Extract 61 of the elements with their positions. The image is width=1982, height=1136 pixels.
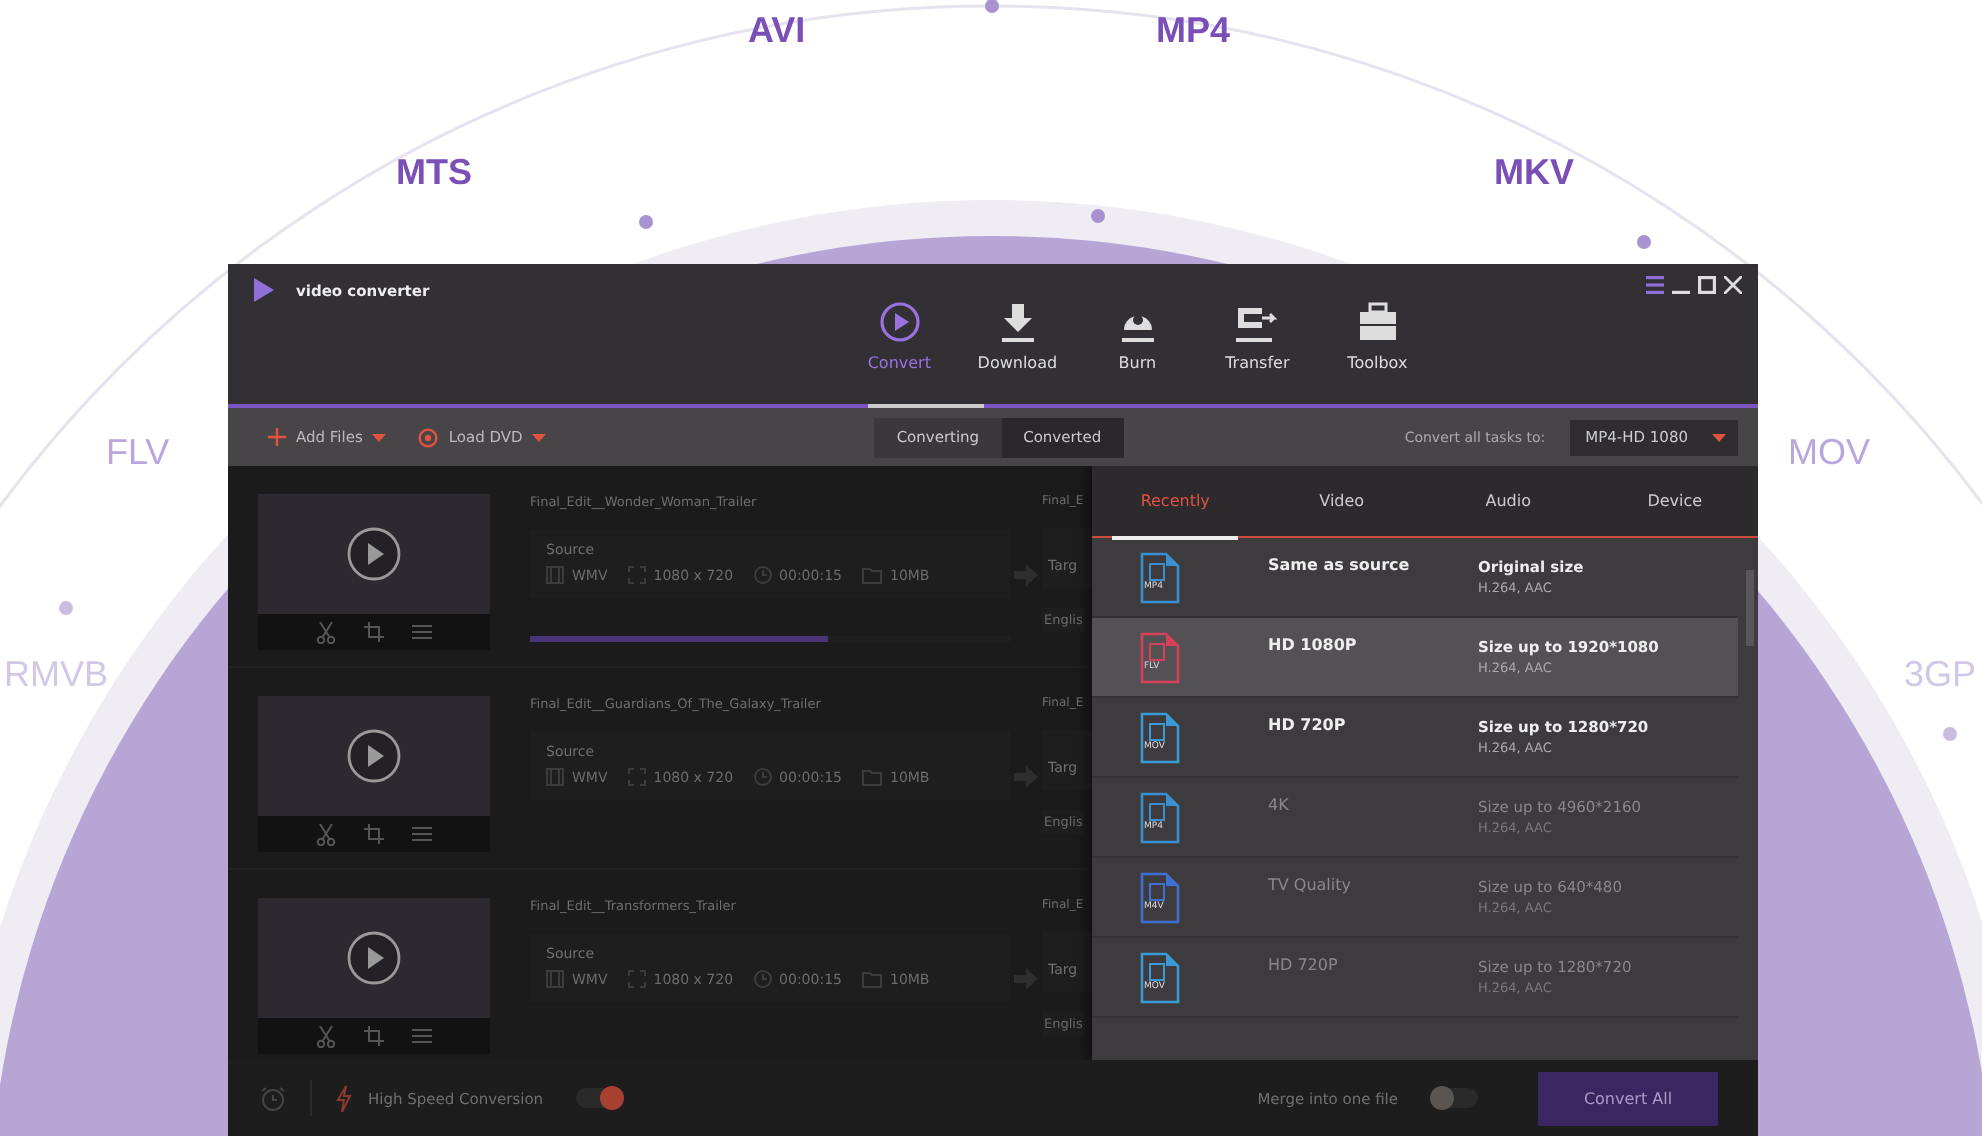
logo-icon (252, 278, 276, 302)
high-speed-toggle[interactable] (575, 1088, 624, 1108)
preset-name: TV Quality (1268, 874, 1353, 894)
film-icon (546, 768, 564, 786)
disc-icon (418, 427, 439, 447)
sliders-icon[interactable] (412, 622, 432, 642)
scissors-icon[interactable] (316, 621, 336, 643)
nav-tab[interactable]: Transfer (1197, 264, 1318, 404)
clock-icon (753, 768, 772, 786)
format-tab[interactable]: Video (1258, 466, 1425, 536)
play-icon[interactable] (346, 526, 402, 582)
caret-icon (372, 433, 387, 441)
sliders-icon[interactable] (412, 1026, 432, 1046)
play-circle-icon (877, 300, 922, 344)
format-label: FLV (106, 434, 170, 470)
alarm-clock-icon[interactable] (260, 1085, 286, 1111)
play-icon[interactable] (346, 930, 402, 986)
toolbox-icon (1355, 300, 1400, 344)
download-icon (999, 300, 1036, 344)
lightning-icon (336, 1085, 352, 1111)
film-icon (546, 970, 564, 988)
caret-icon (532, 433, 547, 441)
nav-tab[interactable]: Toolbox (1317, 264, 1438, 404)
format-label: MKV (1494, 154, 1574, 190)
preset-name: HD 720P (1268, 954, 1340, 974)
clock-icon (753, 566, 772, 584)
format-label: MOV (1788, 434, 1871, 470)
format-label: AVI (748, 12, 806, 48)
preset-name: 4K (1268, 794, 1291, 814)
format-label: MP4 (1156, 12, 1231, 48)
plus-icon (268, 428, 286, 446)
nav-tab[interactable]: Burn (1077, 264, 1198, 404)
nav-tab[interactable]: Download (957, 264, 1078, 404)
film-icon (546, 566, 564, 584)
convert-all-button[interactable]: Convert All (1538, 1071, 1718, 1125)
folder-icon (861, 566, 882, 584)
format-tab[interactable]: Device (1591, 466, 1758, 536)
format-tab[interactable]: Recently (1092, 466, 1259, 536)
format-label: MTS (396, 154, 472, 190)
crop-icon[interactable] (364, 824, 384, 844)
scissors-icon[interactable] (316, 823, 336, 845)
sliders-icon[interactable] (412, 824, 432, 844)
folder-icon (861, 970, 882, 988)
menu-icon[interactable] (1646, 276, 1664, 294)
resolution-icon (627, 970, 646, 988)
play-icon[interactable] (346, 728, 402, 784)
format-tab[interactable]: Audio (1425, 466, 1592, 536)
clock-icon (753, 970, 772, 988)
crop-icon[interactable] (364, 622, 384, 642)
preset-name: HD 720P (1268, 714, 1348, 734)
caret-icon (1712, 433, 1726, 441)
crop-icon[interactable] (364, 1026, 384, 1046)
folder-icon (861, 768, 882, 786)
scissors-icon[interactable] (316, 1025, 336, 1047)
maximize-icon[interactable] (1698, 276, 1716, 294)
resolution-icon (627, 768, 646, 786)
preset-name: HD 1080P (1268, 634, 1359, 654)
close-icon[interactable] (1724, 276, 1742, 294)
resolution-icon (627, 566, 646, 584)
merge-toggle[interactable] (1430, 1088, 1478, 1108)
preset-name: Same as source (1268, 554, 1412, 574)
